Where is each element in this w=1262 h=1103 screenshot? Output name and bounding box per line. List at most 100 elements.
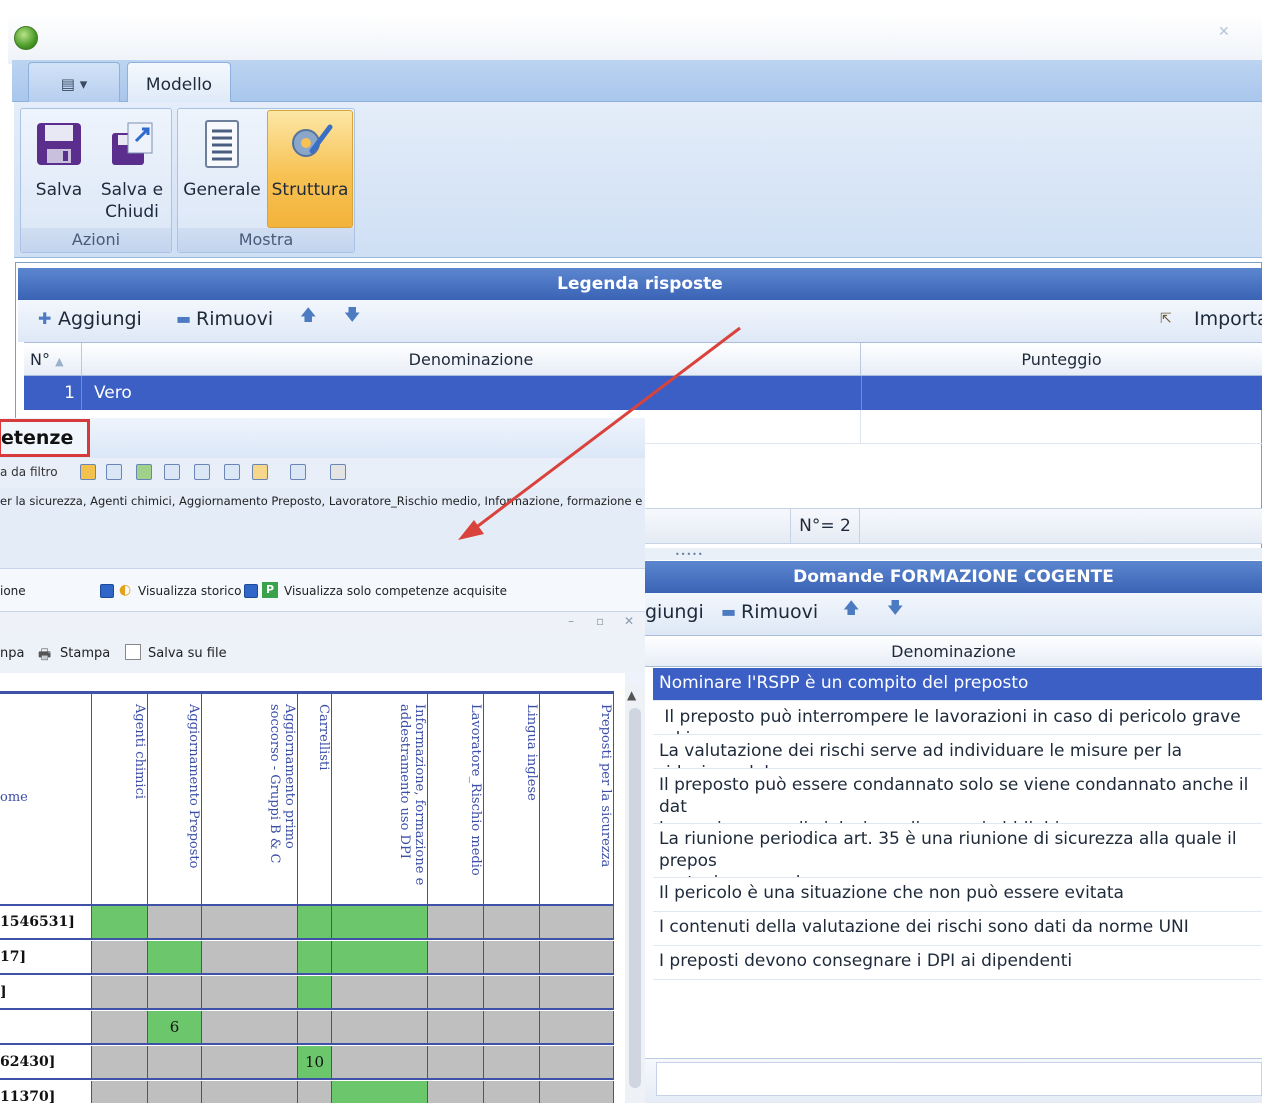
grid-cell[interactable] <box>484 1011 540 1045</box>
maximize-icon[interactable]: ▫ <box>596 614 604 628</box>
columns-icon[interactable] <box>194 464 210 480</box>
grid-row-label[interactable]: 62430] <box>0 1046 92 1080</box>
grid-cell[interactable] <box>428 906 484 940</box>
app-logo-icon[interactable] <box>14 26 38 50</box>
grid-cell[interactable] <box>148 1081 202 1103</box>
domande-column-header[interactable]: Denominazione <box>645 635 1262 667</box>
domanda-row[interactable]: La riunione periodica art. 35 è una riun… <box>653 824 1262 878</box>
save-and-close-button[interactable]: Salva e Chiudi <box>96 111 168 227</box>
grid-row-label[interactable]: 11370] <box>0 1081 92 1103</box>
save-button[interactable]: Salva <box>30 111 88 227</box>
grid-cell[interactable] <box>540 941 614 975</box>
grid-cell[interactable] <box>148 1046 202 1080</box>
grid-cell[interactable] <box>148 976 202 1010</box>
grid-cell[interactable] <box>484 976 540 1010</box>
domanda-row[interactable]: Il preposto può interrompere le lavorazi… <box>653 702 1262 735</box>
app-menu-button[interactable]: ▤ ▾ <box>28 62 120 104</box>
storico-checkbox[interactable] <box>100 584 114 598</box>
domanda-row[interactable]: I contenuti della valutazione dei rischi… <box>653 912 1262 946</box>
grid-cell[interactable] <box>148 941 202 975</box>
grid-cell[interactable] <box>332 1081 428 1103</box>
grid-cell[interactable] <box>92 976 148 1010</box>
domande-remove-button[interactable]: ▬ Rimuovi <box>721 601 818 623</box>
expand-icon[interactable] <box>136 464 152 480</box>
grid-cell[interactable] <box>540 1081 614 1103</box>
domanda-row[interactable]: Il preposto può essere condannato solo s… <box>653 770 1262 824</box>
panel-splitter[interactable]: ••••• <box>645 548 1262 560</box>
window-close-icon[interactable]: ✕ <box>1218 24 1230 40</box>
minimize-icon[interactable]: – <box>568 614 574 628</box>
domanda-row[interactable]: Nominare l'RSPP è un compito del prepost… <box>653 668 1262 701</box>
close-icon[interactable]: ✕ <box>624 614 634 628</box>
grid-cell[interactable] <box>202 1046 298 1080</box>
grid-cell[interactable] <box>484 941 540 975</box>
grid-row-label[interactable] <box>0 1011 92 1045</box>
move-down-button[interactable]: 🡇 <box>344 307 360 323</box>
grid-cell[interactable] <box>428 1011 484 1045</box>
grid-cell[interactable] <box>428 976 484 1010</box>
domande-move-down-button[interactable]: 🡇 <box>887 600 903 616</box>
filter-icon[interactable] <box>106 464 122 480</box>
grid-cell[interactable] <box>428 1046 484 1080</box>
grid-cell[interactable] <box>540 1046 614 1080</box>
export-icon[interactable] <box>290 464 306 480</box>
tab-modello[interactable]: Modello <box>127 62 231 106</box>
column-header-num[interactable]: N° ▲ <box>24 343 82 377</box>
legenda-add-button[interactable]: ✚ Aggiungi <box>38 308 142 330</box>
save-to-file-button[interactable]: Salva su file <box>148 646 227 661</box>
grid-cell[interactable] <box>202 1081 298 1103</box>
grid-cell[interactable] <box>298 1081 332 1103</box>
scroll-up-icon[interactable]: ▲ <box>627 688 636 702</box>
column-header-punteggio[interactable]: Punteggio <box>861 343 1262 377</box>
struttura-button[interactable]: Struttura <box>267 110 353 228</box>
domanda-row[interactable]: I preposti devono consegnare i DPI ai di… <box>653 946 1262 980</box>
grid-cell[interactable] <box>298 976 332 1010</box>
grid-cell[interactable] <box>484 906 540 940</box>
grid-cell[interactable] <box>484 1046 540 1080</box>
grid-cell[interactable] <box>202 906 298 940</box>
generale-button[interactable]: Generale <box>182 111 262 227</box>
scrollbar-thumb[interactable] <box>629 708 641 1088</box>
grid-row-label[interactable]: 17] <box>0 941 92 975</box>
grid-cell[interactable] <box>332 976 428 1010</box>
grid-cell[interactable] <box>92 1046 148 1080</box>
domanda-row[interactable]: Il pericolo è una situazione che non può… <box>653 878 1262 912</box>
grid-cell[interactable] <box>92 941 148 975</box>
grid-cell[interactable] <box>148 906 202 940</box>
print-preview-label[interactable]: npa <box>0 646 24 661</box>
grid-row-label[interactable]: 1546531] <box>0 906 92 940</box>
grid-cell[interactable] <box>332 1011 428 1045</box>
move-up-button[interactable]: 🡅 <box>300 307 316 323</box>
domande-add-button[interactable]: giungi <box>645 601 704 623</box>
grid-cell[interactable]: 10 <box>298 1046 332 1080</box>
highlight-icon[interactable] <box>252 464 268 480</box>
grid-cell[interactable] <box>202 1011 298 1045</box>
grid-cell[interactable] <box>298 941 332 975</box>
grid-icon[interactable] <box>164 464 180 480</box>
grid-cell[interactable] <box>298 906 332 940</box>
legenda-remove-button[interactable]: ▬ Rimuovi <box>176 308 273 330</box>
binoculars-icon[interactable] <box>80 464 96 480</box>
acquisite-checkbox[interactable] <box>244 584 258 598</box>
grid-cell[interactable] <box>332 1046 428 1080</box>
print-button[interactable]: Stampa <box>60 646 110 661</box>
domanda-row[interactable]: La valutazione dei rischi serve ad indiv… <box>653 736 1262 769</box>
grid-cell[interactable] <box>202 941 298 975</box>
grid-cell[interactable] <box>428 1081 484 1103</box>
grid-cell[interactable] <box>202 976 298 1010</box>
grid-row-label[interactable]: ] <box>0 976 92 1010</box>
grid-cell[interactable] <box>92 906 148 940</box>
grid-cell[interactable] <box>332 941 428 975</box>
legenda-row-selected[interactable]: 1 Vero <box>24 376 1262 410</box>
import-button[interactable]: ⇱ Importa <box>1160 308 1262 330</box>
table-icon[interactable] <box>224 464 240 480</box>
grid-cell[interactable] <box>484 1081 540 1103</box>
grid-cell[interactable] <box>92 1011 148 1045</box>
grid-cell[interactable] <box>540 1011 614 1045</box>
grid-cell[interactable] <box>332 906 428 940</box>
print-icon[interactable] <box>330 464 346 480</box>
column-header-denominazione[interactable]: Denominazione <box>82 343 861 377</box>
domande-move-up-button[interactable]: 🡅 <box>843 600 859 616</box>
grid-cell[interactable] <box>428 941 484 975</box>
grid-cell[interactable] <box>540 906 614 940</box>
